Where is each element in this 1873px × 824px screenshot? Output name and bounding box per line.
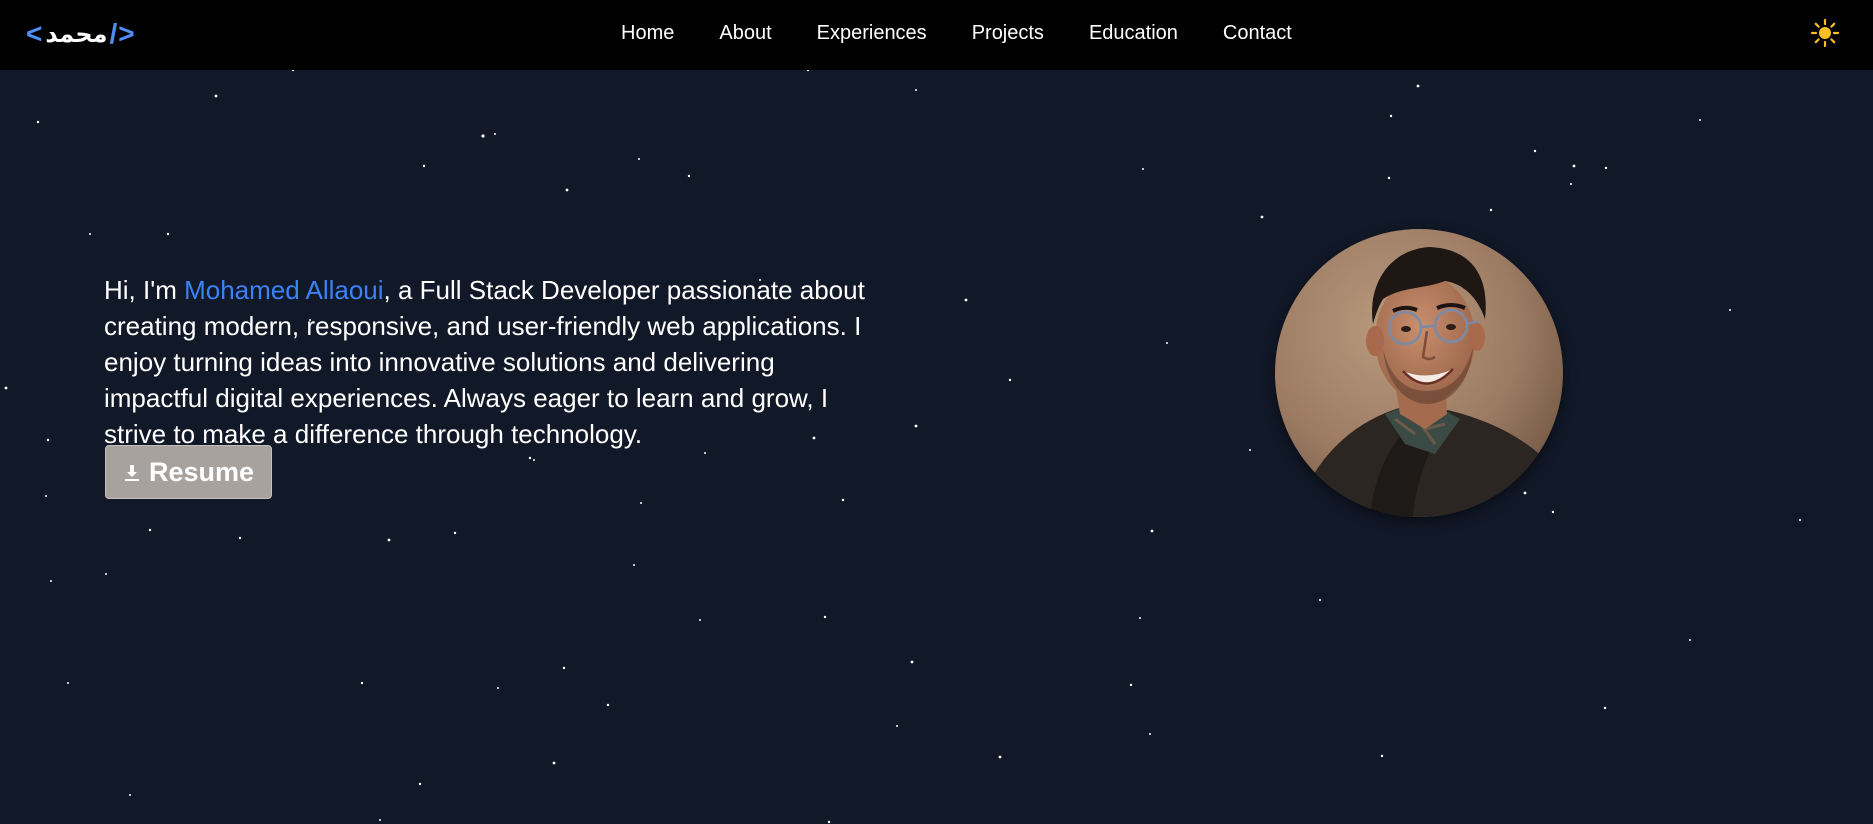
nav-about[interactable]: About: [719, 22, 771, 45]
hero-intro: Hi, I'm Mohamed Allaoui, a Full Stack De…: [104, 272, 874, 452]
nav-home[interactable]: Home: [621, 22, 674, 45]
logo-arabic-name: محمد: [45, 20, 108, 48]
logo-close-bracket: />: [109, 18, 136, 49]
portfolio-page: < محمد /> Home About Experiences Project…: [0, 0, 1873, 824]
profile-photo: [1275, 229, 1563, 517]
nav-education[interactable]: Education: [1089, 22, 1178, 45]
resume-label: Resume: [148, 456, 255, 487]
logo-open-bracket: <: [26, 18, 44, 49]
developer-name: Mohamed Allaoui: [184, 275, 384, 305]
download-icon: [124, 465, 139, 481]
theme-toggle-button[interactable]: [1810, 18, 1840, 48]
nav-contact[interactable]: Contact: [1223, 22, 1292, 45]
nav-menu: Home About Experiences Projects Educatio…: [621, 0, 1292, 66]
intro-prefix: Hi, I'm: [104, 275, 185, 305]
nav-experiences[interactable]: Experiences: [817, 22, 927, 45]
logo[interactable]: < محمد />: [26, 14, 136, 54]
resume-download-button[interactable]: Resume: [105, 445, 272, 499]
sun-icon: [1810, 18, 1840, 48]
navbar: < محمد /> Home About Experiences Project…: [0, 0, 1873, 70]
nav-projects[interactable]: Projects: [972, 22, 1044, 45]
